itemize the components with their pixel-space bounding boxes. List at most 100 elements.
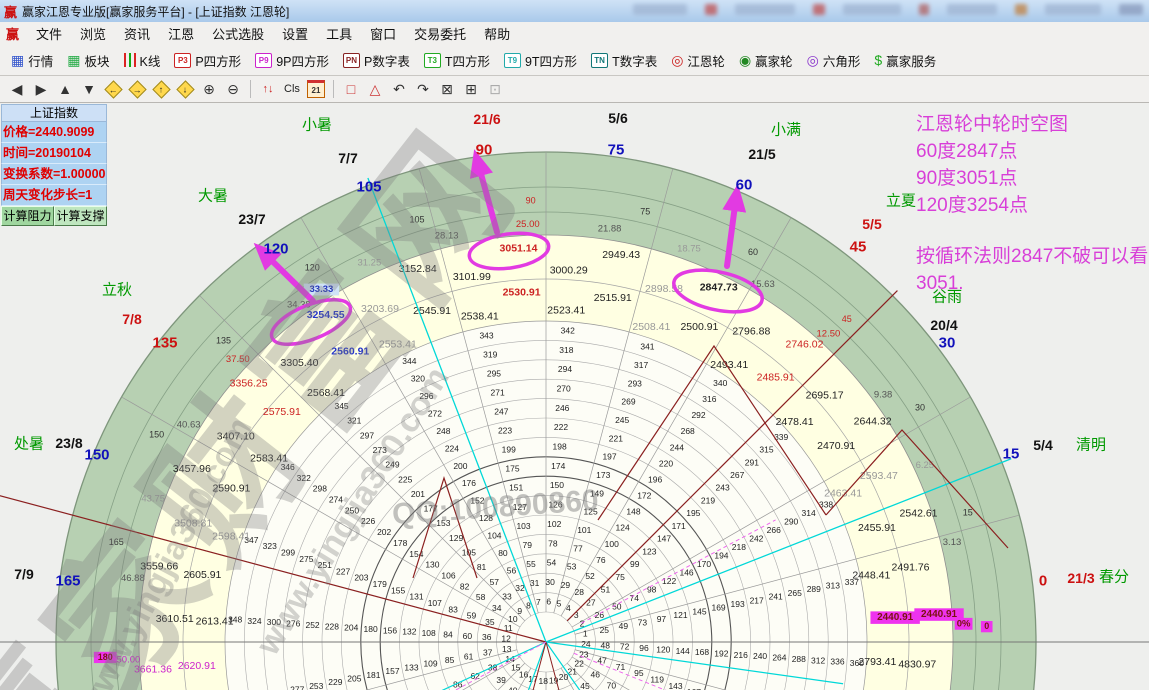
spiral-number: 123: [642, 546, 656, 556]
spiral-number: 275: [299, 554, 313, 564]
degree-label: 75: [608, 142, 625, 159]
rotate-cw-icon[interactable]: ↷: [412, 79, 434, 100]
menu-item-文件[interactable]: 文件: [27, 25, 71, 44]
calc-resistance-button[interactable]: 计算阻力: [1, 206, 54, 226]
toolbar-button-K线[interactable]: K线: [117, 48, 168, 72]
toolbar-button-江恩轮[interactable]: ◎江恩轮: [664, 48, 732, 72]
rotate-ccw-icon[interactable]: ↶: [388, 79, 410, 100]
shift-left-icon[interactable]: ←: [102, 79, 124, 100]
degree-ring-label: 90: [526, 196, 536, 206]
menu-item-资讯[interactable]: 资讯: [115, 25, 159, 44]
spiral-number: 224: [445, 443, 459, 453]
back-icon[interactable]: ◀: [6, 79, 28, 100]
percent-label: 31.25: [357, 258, 381, 269]
toolbar-button-P四方形[interactable]: P3P四方形: [167, 48, 248, 72]
toolbar-button-T数字表[interactable]: TNT数字表: [584, 48, 664, 72]
spiral-number: 269: [621, 397, 635, 407]
main-toolbar: ▦行情▦板块K线P3P四方形P99P四方形PNP数字表T3T四方形T99T四方形…: [0, 45, 1149, 76]
price-outer-label: 3051.14: [500, 243, 538, 255]
rotate-down-icon[interactable]: ▼: [78, 79, 100, 100]
spiral-number: 273: [373, 445, 387, 455]
square-tool-icon[interactable]: □: [340, 79, 362, 100]
titlebar-decoration: [633, 4, 1143, 15]
spiral-number: 71: [616, 662, 626, 672]
shift-right-icon[interactable]: →: [126, 79, 148, 100]
spiral-number: 227: [336, 566, 350, 576]
zoom-in-icon[interactable]: ⊕: [198, 79, 220, 100]
blocks-icon: ▦: [67, 53, 80, 67]
spiral-number: 76: [596, 555, 606, 565]
degree-ring-label: 165: [109, 537, 124, 547]
fit-icon[interactable]: ⊞: [460, 79, 482, 100]
spiral-number: 59: [467, 611, 477, 621]
triangle-tool-icon[interactable]: △: [364, 79, 386, 100]
degree-ring-label: 15: [963, 507, 973, 517]
toolbar-button-9T四方形[interactable]: T99T四方形: [497, 48, 584, 72]
menu-item-帮助[interactable]: 帮助: [475, 25, 519, 44]
spiral-number: 294: [558, 364, 572, 374]
price-inner-label: 2470.91: [817, 440, 855, 452]
market-grid-icon: ▦: [11, 53, 24, 67]
price-inner-label: 2463.41: [824, 488, 862, 500]
spiral-number: 1: [583, 629, 588, 639]
maximize-icon[interactable]: ⊠: [436, 79, 458, 100]
menu-item-设置[interactable]: 设置: [273, 25, 317, 44]
price-inner-label: 2568.41: [307, 387, 345, 399]
spiral-number: 172: [637, 491, 651, 501]
spiral-number: 127: [513, 502, 527, 512]
app-logo-icon: 赢: [4, 2, 17, 21]
toolbar-button-行情[interactable]: ▦行情: [4, 48, 60, 72]
toolbar-button-板块[interactable]: ▦板块: [60, 48, 116, 72]
zoom-out-icon[interactable]: ⊖: [222, 79, 244, 100]
menu-logo-icon: 赢: [6, 24, 19, 43]
toolbar-button-六角形[interactable]: ◎六角形: [800, 48, 868, 72]
menu-item-工具[interactable]: 工具: [317, 25, 361, 44]
calendar-icon[interactable]: 21: [305, 79, 327, 100]
spiral-number: 124: [616, 523, 630, 533]
toolbar-button-label: T数字表: [612, 51, 657, 70]
flip-axis-icon[interactable]: ↑↓: [257, 79, 279, 100]
percent-label: 9.38: [874, 389, 893, 400]
spiral-number: 181: [366, 670, 380, 680]
toolbar-button-T四方形[interactable]: T3T四方形: [417, 48, 497, 72]
cls-button[interactable]: Cls: [281, 79, 303, 100]
spiral-number: 195: [686, 508, 700, 518]
price-outer-label: 2695.17: [806, 389, 844, 401]
spiral-number: 83: [448, 604, 458, 614]
service-icon: $: [874, 53, 882, 67]
toolbar-button-赢家轮[interactable]: ◉赢家轮: [732, 48, 800, 72]
spiral-number: 246: [555, 403, 569, 413]
window-title: 赢家江恩专业版[赢家服务平台] - [上证指数 江恩轮]: [22, 3, 289, 20]
spiral-number: 228: [325, 621, 339, 631]
shift-down-icon[interactable]: ↓: [174, 79, 196, 100]
spiral-number: 155: [391, 585, 405, 595]
snapshot-icon[interactable]: ⊡: [484, 79, 506, 100]
spiral-number: 169: [711, 603, 725, 613]
menu-item-浏览[interactable]: 浏览: [71, 25, 115, 44]
spiral-number: 174: [551, 461, 565, 471]
toolbar-button-赢家服务[interactable]: $赢家服务: [867, 48, 943, 72]
spiral-number: 36: [482, 632, 492, 642]
toolbar-button-9P四方形[interactable]: P99P四方形: [248, 48, 336, 72]
menu-item-江恩[interactable]: 江恩: [159, 25, 203, 44]
menu-item-公式选股[interactable]: 公式选股: [203, 25, 273, 44]
spiral-number: 324: [247, 616, 261, 626]
spiral-number: 149: [590, 488, 604, 498]
forward-icon[interactable]: ▶: [30, 79, 52, 100]
spiral-number: 84: [443, 629, 453, 639]
date-label: 5/5: [862, 216, 881, 232]
toolbar-button-P数字表[interactable]: PNP数字表: [336, 48, 417, 72]
price-inner-label: 2553.41: [379, 339, 417, 351]
spiral-number: 241: [769, 592, 783, 602]
menu-item-交易委托[interactable]: 交易委托: [405, 25, 475, 44]
shift-up-icon[interactable]: ↑: [150, 79, 172, 100]
spiral-number: 102: [547, 519, 561, 529]
calc-support-button[interactable]: 计算支撑: [54, 206, 107, 226]
spiral-number: 250: [345, 505, 359, 515]
spiral-number: 25: [600, 625, 610, 635]
solar-term-label: 处暑: [14, 433, 44, 454]
spiral-number: 323: [263, 541, 277, 551]
spiral-number: 121: [673, 610, 687, 620]
rotate-up-icon[interactable]: ▲: [54, 79, 76, 100]
menu-item-窗口[interactable]: 窗口: [361, 25, 405, 44]
